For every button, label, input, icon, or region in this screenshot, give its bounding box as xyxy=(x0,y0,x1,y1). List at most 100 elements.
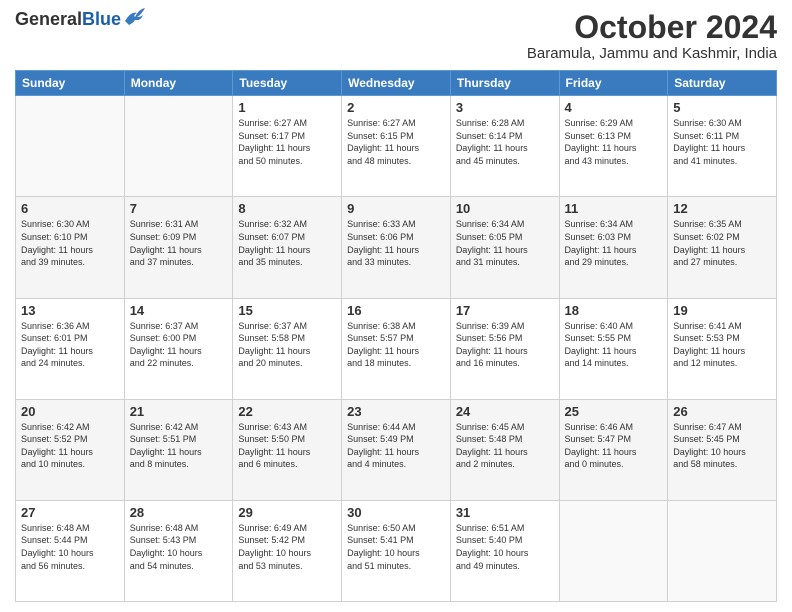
table-row xyxy=(124,96,233,197)
day-number: 16 xyxy=(347,303,445,318)
day-info: Sunrise: 6:41 AM Sunset: 5:53 PM Dayligh… xyxy=(673,320,771,370)
table-row: 5Sunrise: 6:30 AM Sunset: 6:11 PM Daylig… xyxy=(668,96,777,197)
day-info: Sunrise: 6:50 AM Sunset: 5:41 PM Dayligh… xyxy=(347,522,445,572)
day-info: Sunrise: 6:48 AM Sunset: 5:43 PM Dayligh… xyxy=(130,522,228,572)
day-number: 31 xyxy=(456,505,554,520)
col-wednesday: Wednesday xyxy=(342,71,451,96)
day-info: Sunrise: 6:49 AM Sunset: 5:42 PM Dayligh… xyxy=(238,522,336,572)
day-number: 20 xyxy=(21,404,119,419)
day-number: 21 xyxy=(130,404,228,419)
col-sunday: Sunday xyxy=(16,71,125,96)
page-subtitle: Baramula, Jammu and Kashmir, India xyxy=(527,45,777,62)
day-number: 27 xyxy=(21,505,119,520)
logo-blue: Blue xyxy=(82,9,121,29)
table-row: 21 Sunrise: 6:42 AM Sunset: 5:51 PM Dayli… xyxy=(124,399,233,500)
day-info: Sunrise: 6:42 AM Sunset: 5:51 PM Dayligh… xyxy=(130,421,228,471)
day-number: 30 xyxy=(347,505,445,520)
logo-bird-icon xyxy=(123,7,145,25)
day-number: 5 xyxy=(673,100,771,115)
day-number: 3 xyxy=(456,100,554,115)
day-number: 12 xyxy=(673,201,771,216)
day-info: Sunrise: 6:45 AM Sunset: 5:48 PM Dayligh… xyxy=(456,421,554,471)
day-info: Sunrise: 6:32 AM Sunset: 6:07 PM Dayligh… xyxy=(238,218,336,268)
table-row: 25Sunrise: 6:46 AM Sunset: 5:47 PM Dayli… xyxy=(559,399,668,500)
day-number: 15 xyxy=(238,303,336,318)
day-info: Sunrise: 6:28 AM Sunset: 6:14 PM Dayligh… xyxy=(456,117,554,167)
day-number: 22 xyxy=(238,404,336,419)
day-info: Sunrise: 6:44 AM Sunset: 5:49 PM Dayligh… xyxy=(347,421,445,471)
calendar-header-row: Sunday Monday Tuesday Wednesday Thursday… xyxy=(16,71,777,96)
day-number: 10 xyxy=(456,201,554,216)
day-info: Sunrise: 6:47 AM Sunset: 5:45 PM Dayligh… xyxy=(673,421,771,471)
table-row: 3 Sunrise: 6:28 AM Sunset: 6:14 PM Daylig… xyxy=(450,96,559,197)
day-number: 1 xyxy=(238,100,336,115)
col-tuesday: Tuesday xyxy=(233,71,342,96)
day-number: 9 xyxy=(347,201,445,216)
table-row: 18Sunrise: 6:40 AM Sunset: 5:55 PM Dayli… xyxy=(559,298,668,399)
table-row: 7 Sunrise: 6:31 AM Sunset: 6:09 PM Daylig… xyxy=(124,197,233,298)
table-row: 31 Sunrise: 6:51 AM Sunset: 5:40 PM Dayli… xyxy=(450,500,559,601)
day-info: Sunrise: 6:51 AM Sunset: 5:40 PM Dayligh… xyxy=(456,522,554,572)
calendar-week-row: 6 Sunrise: 6:30 AM Sunset: 6:10 PM Daylig… xyxy=(16,197,777,298)
day-number: 19 xyxy=(673,303,771,318)
table-row: 29 Sunrise: 6:49 AM Sunset: 5:42 PM Dayli… xyxy=(233,500,342,601)
table-row: 15 Sunrise: 6:37 AM Sunset: 5:58 PM Dayli… xyxy=(233,298,342,399)
table-row: 26 Sunrise: 6:47 AM Sunset: 5:45 PM Dayli… xyxy=(668,399,777,500)
day-info: Sunrise: 6:30 AM Sunset: 6:10 PM Dayligh… xyxy=(21,218,119,268)
table-row: 11 Sunrise: 6:34 AM Sunset: 6:03 PM Dayli… xyxy=(559,197,668,298)
calendar-week-row: 13 Sunrise: 6:36 AM Sunset: 6:01 PM Dayli… xyxy=(16,298,777,399)
table-row xyxy=(668,500,777,601)
day-info: Sunrise: 6:35 AM Sunset: 6:02 PM Dayligh… xyxy=(673,218,771,268)
table-row: 10 Sunrise: 6:34 AM Sunset: 6:05 PM Dayli… xyxy=(450,197,559,298)
day-info: Sunrise: 6:31 AM Sunset: 6:09 PM Dayligh… xyxy=(130,218,228,268)
calendar-week-row: 20 Sunrise: 6:42 AM Sunset: 5:52 PM Dayli… xyxy=(16,399,777,500)
day-number: 23 xyxy=(347,404,445,419)
table-row: 8 Sunrise: 6:32 AM Sunset: 6:07 PM Daylig… xyxy=(233,197,342,298)
table-row: 14 Sunrise: 6:37 AM Sunset: 6:00 PM Dayli… xyxy=(124,298,233,399)
table-row xyxy=(559,500,668,601)
day-number: 6 xyxy=(21,201,119,216)
day-info: Sunrise: 6:34 AM Sunset: 6:03 PM Dayligh… xyxy=(565,218,663,268)
day-number: 11 xyxy=(565,201,663,216)
day-number: 17 xyxy=(456,303,554,318)
logo-general: General xyxy=(15,9,82,29)
day-info: Sunrise: 6:29 AM Sunset: 6:13 PM Dayligh… xyxy=(565,117,663,167)
day-info: Sunrise: 6:37 AM Sunset: 6:00 PM Dayligh… xyxy=(130,320,228,370)
day-info: Sunrise: 6:37 AM Sunset: 5:58 PM Dayligh… xyxy=(238,320,336,370)
day-info: Sunrise: 6:46 AM Sunset: 5:47 PM Dayligh… xyxy=(565,421,663,471)
day-info: Sunrise: 6:48 AM Sunset: 5:44 PM Dayligh… xyxy=(21,522,119,572)
table-row: 1Sunrise: 6:27 AM Sunset: 6:17 PM Daylig… xyxy=(233,96,342,197)
day-info: Sunrise: 6:27 AM Sunset: 6:15 PM Dayligh… xyxy=(347,117,445,167)
page: GeneralBlue October 2024 Baramula, Jammu… xyxy=(0,0,792,612)
table-row: 16 Sunrise: 6:38 AM Sunset: 5:57 PM Dayli… xyxy=(342,298,451,399)
day-number: 29 xyxy=(238,505,336,520)
table-row: 9Sunrise: 6:33 AM Sunset: 6:06 PM Daylig… xyxy=(342,197,451,298)
day-number: 8 xyxy=(238,201,336,216)
col-monday: Monday xyxy=(124,71,233,96)
day-info: Sunrise: 6:38 AM Sunset: 5:57 PM Dayligh… xyxy=(347,320,445,370)
table-row: 17Sunrise: 6:39 AM Sunset: 5:56 PM Dayli… xyxy=(450,298,559,399)
table-row: 22 Sunrise: 6:43 AM Sunset: 5:50 PM Dayli… xyxy=(233,399,342,500)
col-thursday: Thursday xyxy=(450,71,559,96)
day-info: Sunrise: 6:36 AM Sunset: 6:01 PM Dayligh… xyxy=(21,320,119,370)
table-row: 19 Sunrise: 6:41 AM Sunset: 5:53 PM Dayli… xyxy=(668,298,777,399)
calendar-week-row: 1Sunrise: 6:27 AM Sunset: 6:17 PM Daylig… xyxy=(16,96,777,197)
table-row: 13 Sunrise: 6:36 AM Sunset: 6:01 PM Dayli… xyxy=(16,298,125,399)
calendar: Sunday Monday Tuesday Wednesday Thursday… xyxy=(15,70,777,602)
table-row: 28Sunrise: 6:48 AM Sunset: 5:43 PM Dayli… xyxy=(124,500,233,601)
table-row: 23 Sunrise: 6:44 AM Sunset: 5:49 PM Dayli… xyxy=(342,399,451,500)
day-number: 2 xyxy=(347,100,445,115)
day-number: 13 xyxy=(21,303,119,318)
day-number: 26 xyxy=(673,404,771,419)
day-number: 24 xyxy=(456,404,554,419)
day-info: Sunrise: 6:43 AM Sunset: 5:50 PM Dayligh… xyxy=(238,421,336,471)
day-number: 14 xyxy=(130,303,228,318)
day-number: 7 xyxy=(130,201,228,216)
table-row: 27 Sunrise: 6:48 AM Sunset: 5:44 PM Dayli… xyxy=(16,500,125,601)
table-row: 2 Sunrise: 6:27 AM Sunset: 6:15 PM Daylig… xyxy=(342,96,451,197)
logo-text: GeneralBlue xyxy=(15,10,121,30)
table-row: 30 Sunrise: 6:50 AM Sunset: 5:41 PM Dayli… xyxy=(342,500,451,601)
col-friday: Friday xyxy=(559,71,668,96)
day-info: Sunrise: 6:42 AM Sunset: 5:52 PM Dayligh… xyxy=(21,421,119,471)
day-info: Sunrise: 6:34 AM Sunset: 6:05 PM Dayligh… xyxy=(456,218,554,268)
